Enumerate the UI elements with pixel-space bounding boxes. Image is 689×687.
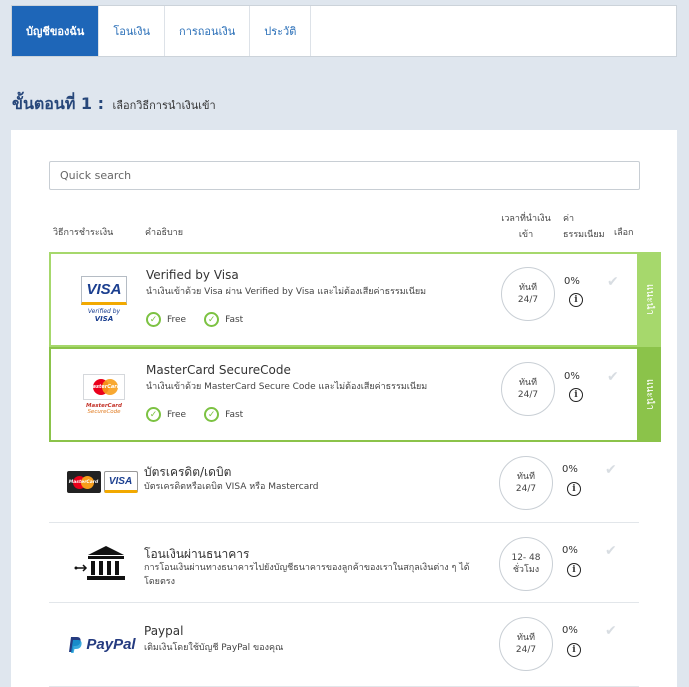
card-logos: MasterCard VISA — [57, 442, 147, 522]
processing-time: ทันที 24/7 — [501, 362, 555, 416]
tag-fast: ✓ Fast — [204, 312, 243, 327]
time-line2: 24/7 — [515, 484, 537, 494]
time-line2: 24/7 — [517, 295, 539, 305]
check-circle-icon: ✓ — [204, 312, 220, 327]
mastercard-wordmark: MasterCard — [68, 479, 99, 485]
mastercard-logo: MasterCard — [66, 471, 101, 493]
visa-sub2: VISA — [94, 315, 114, 323]
check-circle-icon: ✓ — [146, 407, 161, 422]
select-check-icon[interactable]: ✔ — [607, 369, 619, 385]
time-line2: 24/7 — [517, 390, 539, 400]
header-description: คำอธิบาย — [145, 228, 184, 238]
check-circle-icon: ✓ — [204, 407, 220, 422]
tab-history[interactable]: ประวัติ — [250, 6, 312, 56]
tag-free: ✓ Free — [146, 407, 186, 422]
quick-search-input[interactable] — [49, 161, 640, 190]
time-line1: 12- 48 — [511, 553, 541, 563]
method-row-credit-debit-card[interactable]: MasterCard VISA บัตรเครดิต/เดบิต บัตรเคร… — [49, 442, 639, 523]
method-row-paypal[interactable]: PayPal Paypal เติมเงินโดยใช้บัญชี PayPal… — [49, 603, 639, 687]
method-description: นำเงินเข้าด้วย MasterCard Secure Code แล… — [146, 382, 428, 392]
select-check-icon[interactable]: ✔ — [605, 543, 617, 559]
visa-sub1: Verified by — [87, 308, 121, 315]
step-text: เลือกวิธีการนำเงินเข้า — [112, 99, 216, 112]
fee-value: 0% — [562, 464, 578, 475]
header-select: เลือก — [614, 228, 634, 238]
tag-label: Free — [167, 314, 187, 325]
header-fee: ค่า ธรรมเนียม — [563, 212, 605, 242]
bank-icon — [57, 523, 147, 602]
info-icon[interactable]: i — [567, 643, 581, 657]
method-name: Verified by Visa — [146, 268, 239, 282]
method-tags: ✓ Free ✓ Fast — [146, 407, 243, 422]
processing-time: ทันที 24/7 — [499, 456, 553, 510]
info-icon[interactable]: i — [569, 388, 583, 402]
method-description: การโอนเงินผ่านทางธนาคารไปยังบัญชีธนาคารข… — [144, 563, 470, 587]
time-line1: ทันที — [516, 472, 536, 482]
mastercard-securecode-logo: MasterCard MasterCard SecureCode — [59, 349, 149, 440]
header-method: วิธีการชำระเงิน — [53, 228, 114, 238]
time-line2: ชั่วโมง — [512, 565, 540, 575]
mastercard-wordmark: MasterCard — [87, 384, 121, 390]
method-description: บัตรเครดิตหรือเดบิต VISA หรือ Mastercard — [144, 482, 319, 492]
tag-free: ✓ Free — [146, 312, 186, 327]
header-time-line1: เวลาที่นำเงิน — [501, 214, 551, 224]
processing-time: 12- 48 ชั่วโมง — [499, 537, 553, 591]
info-icon[interactable]: i — [567, 563, 581, 577]
method-tags: ✓ Free ✓ Fast — [146, 312, 243, 327]
tab-withdrawal[interactable]: การถอนเงิน — [165, 6, 251, 56]
time-line1: ทันที — [516, 633, 536, 643]
paypal-wordmark: PayPal — [86, 636, 136, 653]
tag-label: Fast — [225, 409, 244, 420]
method-description: นำเงินเข้าด้วย Visa ผ่าน Verified by Vis… — [146, 287, 427, 297]
recommended-side-tab: แนะนำ — [639, 347, 661, 442]
select-check-icon[interactable]: ✔ — [605, 623, 617, 639]
recommended-label: แนะนำ — [644, 283, 656, 316]
bank-building-icon — [74, 545, 125, 580]
time-line1: ทันที — [518, 283, 538, 293]
header-time-line2: เข้า — [518, 230, 534, 240]
paypal-logo: PayPal — [57, 603, 147, 686]
visa-logo: VISA Verified by VISA — [59, 254, 149, 345]
mastercard-badge: MasterCard — [83, 374, 125, 400]
deposit-methods-panel: วิธีการชำระเงิน คำอธิบาย เวลาที่นำเงิน เ… — [11, 130, 677, 687]
info-icon[interactable]: i — [567, 482, 581, 496]
recommended-side-tab: แนะนำ — [639, 252, 661, 347]
select-check-icon[interactable]: ✔ — [605, 462, 617, 478]
method-name: MasterCard SecureCode — [146, 363, 291, 377]
visa-wordmark: VISA — [81, 276, 127, 305]
select-check-icon[interactable]: ✔ — [607, 274, 619, 290]
header-fee-line2: ธรรมเนียม — [563, 230, 605, 240]
fee-value: 0% — [564, 276, 580, 287]
processing-time: ทันที 24/7 — [499, 617, 553, 671]
time-line1: ทันที — [518, 378, 538, 388]
fee-value: 0% — [562, 545, 578, 556]
header-time: เวลาที่นำเงิน เข้า — [500, 212, 552, 242]
visa-logo: VISA — [103, 471, 138, 493]
paypal-p-icon — [69, 636, 83, 653]
securecode-sub2: SecureCode — [87, 409, 121, 415]
step-title: ขั้นตอนที่ 1 : เลือกวิธีการนำเงินเข้า — [12, 92, 216, 117]
account-tabs: บัญชีของฉัน โอนเงิน การถอนเงิน ประวัติ — [11, 5, 677, 57]
fee-value: 0% — [562, 625, 578, 636]
method-name: Paypal — [144, 624, 184, 638]
tag-label: Free — [167, 409, 187, 420]
method-row-bank-transfer[interactable]: โอนเงินผ่านธนาคาร การโอนเงินผ่านทางธนาคา… — [49, 523, 639, 603]
tab-transfer[interactable]: โอนเงิน — [99, 6, 166, 56]
tab-my-account[interactable]: บัญชีของฉัน — [12, 6, 100, 56]
method-description: เติมเงินโดยใช้บัญชี PayPal ของคุณ — [144, 643, 284, 653]
method-row-mastercard-securecode[interactable]: MasterCard MasterCard SecureCode MasterC… — [49, 347, 639, 442]
processing-time: ทันที 24/7 — [501, 267, 555, 321]
check-circle-icon: ✓ — [146, 312, 161, 327]
header-fee-line1: ค่า — [563, 214, 575, 224]
time-line2: 24/7 — [515, 645, 537, 655]
info-icon[interactable]: i — [569, 293, 583, 307]
tag-fast: ✓ Fast — [204, 407, 243, 422]
tag-label: Fast — [225, 314, 244, 325]
method-row-visa[interactable]: VISA Verified by VISA Verified by Visa น… — [49, 252, 639, 347]
step-prefix: ขั้นตอนที่ 1 : — [12, 94, 105, 113]
recommended-label: แนะนำ — [644, 378, 656, 411]
fee-value: 0% — [564, 371, 580, 382]
